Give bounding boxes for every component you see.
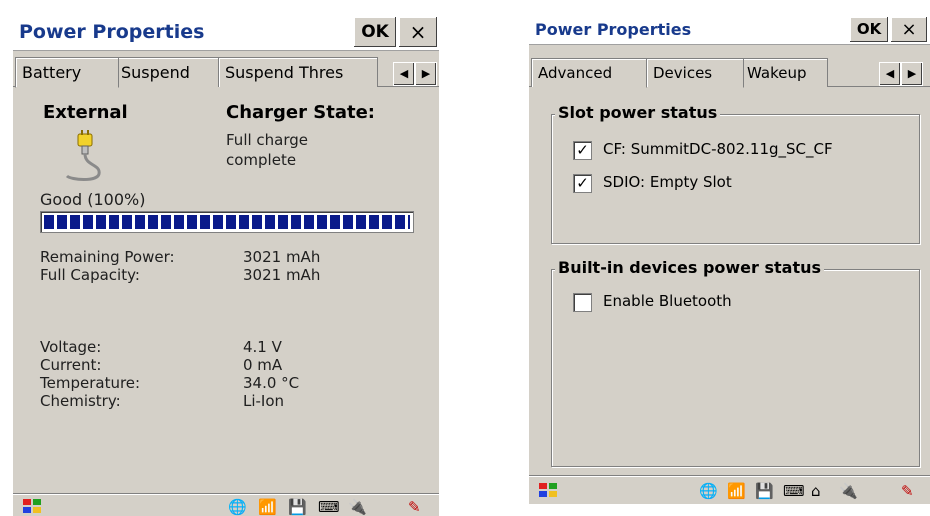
ok-button[interactable]: OK — [849, 16, 889, 43]
tab-scroll-right-button[interactable]: ▶ — [901, 62, 923, 86]
tab-battery[interactable]: Battery — [15, 57, 119, 88]
power-source-label: External — [43, 102, 128, 123]
voltage-label: Voltage: — [40, 338, 102, 356]
remaining-power-value: 3021 mAh — [243, 248, 321, 266]
power-plug-icon[interactable]: 🔌 — [348, 498, 367, 516]
power-plug-icon — [65, 130, 101, 181]
network-icon[interactable]: 🌐 — [228, 498, 247, 516]
tab-scroll-left-button[interactable]: ◀ — [393, 62, 415, 86]
windows-flag-icon[interactable] — [537, 481, 559, 499]
battery-level-fill — [44, 215, 410, 229]
tab-suspend-threshold[interactable]: Suspend Thres — [218, 57, 378, 87]
title-bar: Power Properties OK × — [13, 14, 439, 51]
cf-slot-checkbox[interactable]: ✓ — [573, 141, 592, 160]
tab-advanced[interactable]: Advanced — [531, 58, 651, 87]
slot-power-group-title: Slot power status — [555, 103, 721, 122]
cf-slot-label[interactable]: CF: SummitDC-802.11g_SC_CF — [603, 140, 833, 158]
voltage-value: 4.1 V — [243, 338, 282, 356]
window-title: Power Properties — [19, 21, 205, 43]
tab-wakeup[interactable]: Wakeup — [740, 58, 828, 87]
chemistry-label: Chemistry: — [40, 392, 121, 410]
bluetooth-label[interactable]: Enable Bluetooth — [603, 292, 732, 310]
ok-button[interactable]: OK — [353, 16, 397, 48]
power-plug-icon[interactable]: 🔌 — [839, 482, 858, 500]
battery-status-label: Good (100%) — [40, 190, 146, 209]
charger-state-label: Charger State: — [226, 102, 376, 123]
temperature-value: 34.0 °C — [243, 374, 300, 392]
battery-screen: Power Properties OK × Battery Suspend Su… — [13, 14, 439, 516]
window-title: Power Properties — [535, 20, 692, 39]
full-capacity-value: 3021 mAh — [243, 266, 321, 284]
close-button[interactable]: × — [398, 16, 438, 48]
devices-screen: Power Properties OK × Advanced Devices W… — [529, 14, 930, 504]
connection-icon[interactable]: 📶 — [258, 498, 277, 516]
home-icon[interactable]: ⌂ — [811, 482, 821, 500]
current-label: Current: — [40, 356, 102, 374]
close-button[interactable]: × — [890, 16, 928, 43]
sdio-slot-label[interactable]: SDIO: Empty Slot — [603, 173, 732, 191]
full-capacity-label: Full Capacity: — [40, 266, 140, 284]
temperature-label: Temperature: — [40, 374, 141, 392]
stylus-pen-icon[interactable]: ✎ — [408, 498, 421, 516]
bluetooth-checkbox[interactable] — [573, 293, 592, 312]
tab-scroll-left-button[interactable]: ◀ — [879, 62, 901, 86]
windows-flag-icon[interactable] — [21, 497, 43, 515]
builtin-power-group-title: Built-in devices power status — [555, 258, 825, 277]
charger-state-value-line2: complete — [226, 151, 297, 169]
card-icon[interactable]: 💾 — [288, 498, 307, 516]
connection-icon[interactable]: 📶 — [727, 482, 746, 500]
charger-state-value-line1: Full charge — [226, 131, 309, 149]
taskbar: 🌐 📶 💾 ⌨ ⌂ 🔌 ✎ — [529, 476, 930, 504]
stylus-pen-icon[interactable]: ✎ — [901, 482, 914, 500]
card-icon[interactable]: 💾 — [755, 482, 774, 500]
network-icon[interactable]: 🌐 — [699, 482, 718, 500]
tab-devices[interactable]: Devices — [646, 58, 744, 88]
current-value: 0 mA — [243, 356, 283, 374]
title-bar: Power Properties OK × — [529, 14, 930, 45]
battery-level-bar — [40, 211, 414, 233]
sdio-slot-checkbox[interactable]: ✓ — [573, 174, 592, 193]
taskbar: 🌐 📶 💾 ⌨ 🔌 ✎ — [13, 494, 439, 516]
tab-suspend[interactable]: Suspend — [114, 57, 222, 87]
keyboard-icon[interactable]: ⌨ — [783, 482, 805, 500]
remaining-power-label: Remaining Power: — [40, 248, 175, 266]
tab-scroll-right-button[interactable]: ▶ — [415, 62, 437, 86]
keyboard-icon[interactable]: ⌨ — [318, 498, 340, 516]
chemistry-value: Li-Ion — [243, 392, 285, 410]
